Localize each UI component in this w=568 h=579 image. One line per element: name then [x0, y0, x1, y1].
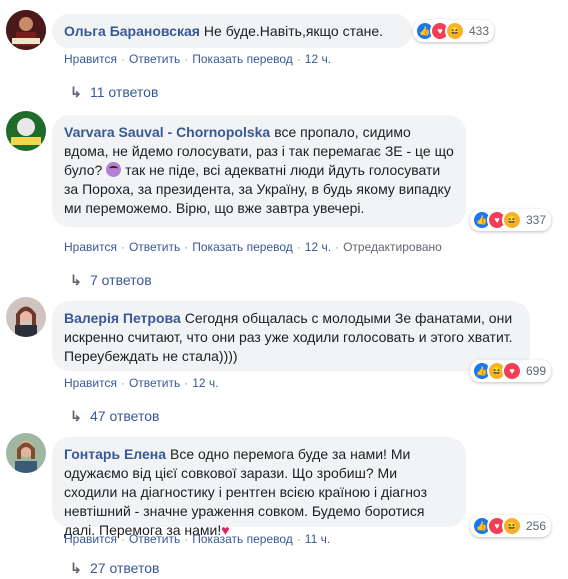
replies-count[interactable]: 27 ответов — [90, 560, 159, 576]
timestamp[interactable]: 12 ч. — [305, 240, 331, 254]
reply-link[interactable]: Ответить — [129, 376, 180, 390]
like-link[interactable]: Нравится — [64, 532, 117, 546]
replies-link[interactable]: ↳ 47 ответов — [70, 408, 159, 425]
avatar-image-icon — [6, 433, 46, 473]
comment-text: так не піде, всі адекватні люди йдуть го… — [64, 162, 451, 216]
haha-icon: 😆 — [445, 21, 465, 41]
love-icon: ♥ — [502, 361, 522, 381]
sad-emoji-icon — [106, 162, 122, 177]
avatar[interactable] — [6, 10, 46, 50]
reaction-count: 699 — [526, 364, 547, 378]
comment-text: Не буде.Навіть,якщо стане. — [203, 23, 384, 39]
reaction-count: 433 — [469, 24, 490, 38]
reaction-count: 256 — [526, 519, 547, 533]
comment-actions: Нравится · Ответить · Показать перевод · 11 ч. — [64, 532, 331, 546]
like-link[interactable]: Нравится — [64, 376, 117, 390]
comment-actions: Нравится · Ответить · 12 ч. — [64, 376, 219, 390]
comment-author[interactable]: Валерія Петрова — [64, 310, 181, 326]
timestamp[interactable]: 11 ч. — [305, 532, 330, 546]
comment-actions: Нравится · Ответить · Показать перевод · 12 ч.… — [64, 240, 442, 254]
comment-bubble: Varvara Sauval - Chornopolska все пропало… — [52, 115, 466, 227]
comment-author[interactable]: Varvara Sauval - Chornopolska — [64, 124, 270, 140]
avatar-image-icon — [6, 111, 46, 151]
translate-link[interactable]: Показать перевод — [192, 240, 293, 254]
avatar[interactable] — [6, 297, 46, 337]
replies-count[interactable]: 47 ответов — [90, 408, 159, 424]
reply-arrow-icon: ↳ — [70, 408, 82, 424]
replies-link[interactable]: ↳ 7 ответов — [70, 272, 152, 289]
avatar[interactable] — [6, 433, 46, 473]
replies-link[interactable]: ↳ 27 ответов — [70, 560, 159, 577]
like-link[interactable]: Нравится — [64, 52, 117, 66]
avatar[interactable] — [6, 111, 46, 151]
haha-icon: 😆 — [502, 210, 522, 230]
translate-link[interactable]: Показать перевод — [192, 532, 293, 546]
comment-bubble: Ольга Барановская Не буде.Навіть,якщо ста… — [52, 14, 412, 48]
replies-link[interactable]: ↳ 11 ответов — [70, 84, 158, 101]
reply-link[interactable]: Ответить — [129, 52, 180, 66]
comment-bubble: Гонтарь Елена Все одно перемога буде за н… — [52, 437, 466, 538]
reactions-summary[interactable]: 👍 ♥ 😆 256 — [470, 515, 552, 537]
reply-link[interactable]: Ответить — [129, 240, 180, 254]
like-link[interactable]: Нравится — [64, 240, 117, 254]
reply-arrow-icon: ↳ — [70, 272, 82, 288]
reply-arrow-icon: ↳ — [70, 560, 82, 576]
replies-count[interactable]: 11 ответов — [90, 84, 158, 100]
timestamp[interactable]: 12 ч. — [192, 376, 218, 390]
reply-link[interactable]: Ответить — [129, 532, 180, 546]
comment-author[interactable]: Ольга Барановская — [64, 23, 200, 39]
comment-author[interactable]: Гонтарь Елена — [64, 446, 166, 462]
haha-icon: 😆 — [502, 516, 522, 536]
comment-actions: Нравится · Ответить · Показать перевод · 12 ч. — [64, 52, 332, 66]
replies-count[interactable]: 7 ответов — [90, 272, 152, 288]
timestamp[interactable]: 12 ч. — [305, 52, 331, 66]
reaction-count: 337 — [526, 213, 547, 227]
comment-bubble: Валерія Петрова Сегодня общалась с молоды… — [52, 301, 530, 371]
avatar-image-icon — [6, 297, 46, 337]
reactions-summary[interactable]: 👍 ♥ 😆 337 — [470, 209, 552, 231]
avatar-image-icon — [6, 10, 46, 50]
reactions-summary[interactable]: 👍 ♥ 😆 433 — [413, 20, 495, 42]
reactions-summary[interactable]: 👍 😆 ♥ 699 — [470, 360, 552, 382]
translate-link[interactable]: Показать перевод — [192, 52, 293, 66]
reply-arrow-icon: ↳ — [70, 84, 82, 100]
edited-label: Отредактировано — [343, 240, 442, 254]
